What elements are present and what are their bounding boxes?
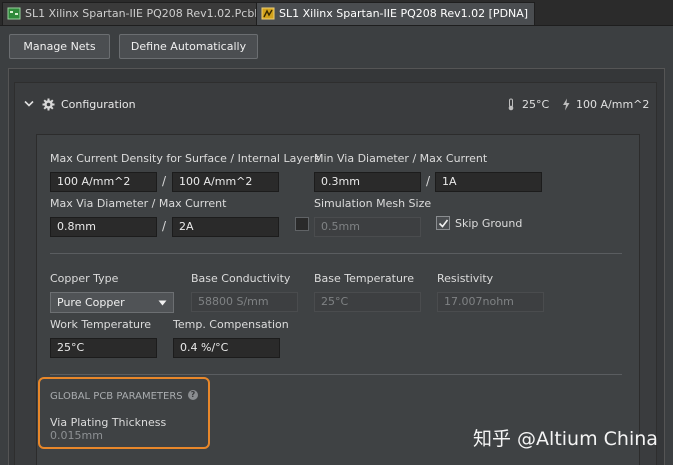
sim-mesh-checkbox[interactable] — [295, 217, 309, 231]
thermometer-icon — [508, 98, 514, 111]
manage-nets-button[interactable]: Manage Nets — [9, 34, 110, 59]
status-temperature: 25°C — [522, 98, 550, 111]
slash-separator: / — [162, 219, 167, 233]
max-via-label: Max Via Diameter / Max Current — [50, 197, 227, 210]
tab-pcbdoc[interactable]: SL1 Xilinx Spartan-IIE PQ208 Rev1.02.Pcb… — [2, 2, 283, 25]
base-conductivity-label: Base Conductivity — [191, 272, 291, 285]
help-icon[interactable]: ? — [188, 390, 198, 400]
status-current-density: 100 A/mm^2 — [576, 98, 650, 111]
copper-type-value: Pure Copper — [57, 296, 125, 309]
copper-type-label: Copper Type — [50, 272, 119, 285]
pdna-icon — [261, 7, 275, 20]
caret-down-icon — [158, 300, 167, 306]
lightning-icon — [563, 98, 570, 111]
pcb-doc-icon — [7, 7, 21, 20]
temp-compensation-label: Temp. Compensation — [173, 318, 289, 331]
min-via-diameter-input[interactable]: 0.3mm — [314, 172, 421, 192]
sim-mesh-input[interactable]: 0.5mm — [314, 217, 421, 237]
resistivity-input[interactable]: 17.007nohm — [437, 292, 544, 312]
global-pcb-parameters-title: GLOBAL PCB PARAMETERS — [50, 391, 183, 402]
min-via-label: Min Via Diameter / Max Current — [314, 152, 488, 165]
max-via-diameter-input[interactable]: 0.8mm — [50, 217, 157, 237]
min-via-current-input[interactable]: 1A — [435, 172, 542, 192]
slash-separator: / — [162, 174, 167, 188]
tab-pdna[interactable]: SL1 Xilinx Spartan-IIE PQ208 Rev1.02 [PD… — [256, 2, 536, 25]
gear-icon — [42, 98, 55, 111]
slash-separator: / — [426, 174, 431, 188]
skip-ground-label[interactable]: Skip Ground — [455, 217, 522, 230]
via-plating-label: Via Plating Thickness — [50, 416, 167, 429]
resistivity-label: Resistivity — [437, 272, 494, 285]
section-divider — [50, 374, 622, 375]
max-via-current-input[interactable]: 2A — [172, 217, 279, 237]
document-tab-bar: SL1 Xilinx Spartan-IIE PQ208 Rev1.02.Pcb… — [0, 0, 673, 26]
chevron-down-icon[interactable] — [24, 100, 34, 108]
via-plating-value: 0.015mm — [50, 429, 103, 442]
configuration-title: Configuration — [61, 98, 136, 111]
tab-pcbdoc-label: SL1 Xilinx Spartan-IIE PQ208 Rev1.02.Pcb… — [25, 7, 276, 20]
temp-compensation-input[interactable]: 0.4 %/°C — [173, 338, 280, 358]
skip-ground-checkbox[interactable] — [436, 216, 450, 230]
copper-type-select[interactable]: Pure Copper — [50, 292, 174, 313]
checkmark-icon — [438, 219, 449, 228]
section-divider — [50, 253, 622, 254]
base-temperature-input[interactable]: 25°C — [314, 292, 421, 312]
define-automatically-button[interactable]: Define Automatically — [119, 34, 258, 59]
base-temperature-label: Base Temperature — [314, 272, 414, 285]
surface-density-input[interactable]: 100 A/mm^2 — [50, 172, 157, 192]
sim-mesh-label: Simulation Mesh Size — [314, 197, 432, 210]
work-temperature-label: Work Temperature — [50, 318, 152, 331]
max-current-density-label: Max Current Density for Surface / Intern… — [50, 152, 320, 165]
base-conductivity-input[interactable]: 58800 S/mm — [191, 292, 298, 312]
internal-density-input[interactable]: 100 A/mm^2 — [172, 172, 279, 192]
work-temperature-input[interactable]: 25°C — [50, 338, 157, 358]
tab-pdna-label: SL1 Xilinx Spartan-IIE PQ208 Rev1.02 [PD… — [279, 7, 529, 20]
watermark: 知乎 @Altium China — [473, 428, 658, 450]
